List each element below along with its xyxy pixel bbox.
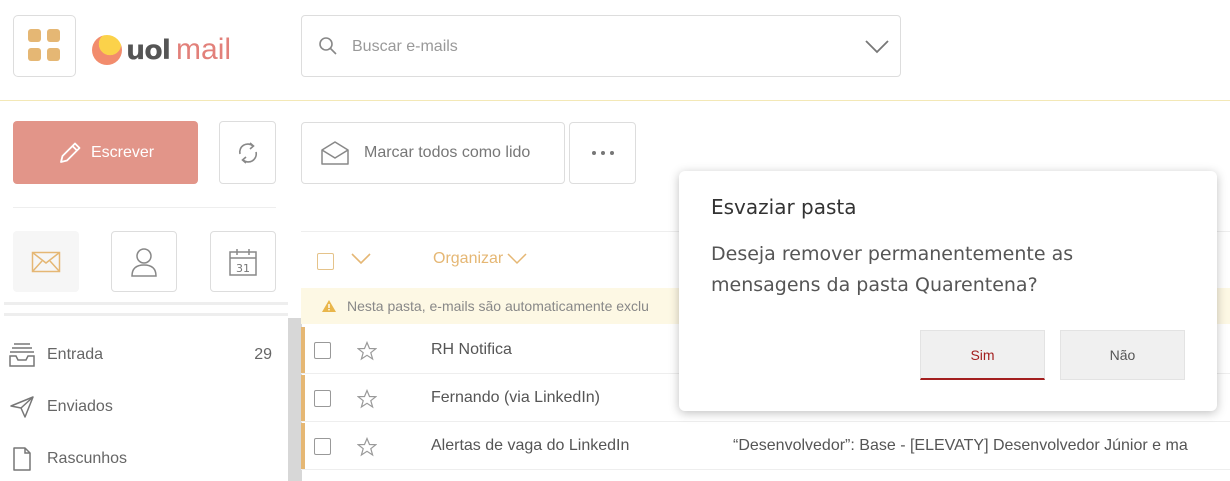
star-icon[interactable] xyxy=(357,341,377,361)
sidebar-separator xyxy=(4,302,288,305)
search-icon xyxy=(319,37,337,55)
user-icon xyxy=(131,247,157,277)
select-all-checkbox[interactable] xyxy=(317,253,334,270)
dialog-message: Deseja remover permanentemente as mensag… xyxy=(711,243,1074,296)
compose-label: Escrever xyxy=(90,143,155,161)
more-dots-icon xyxy=(591,151,614,155)
warning-icon xyxy=(322,300,336,312)
send-icon xyxy=(7,395,37,419)
folder-inbox[interactable]: Entrada 29 xyxy=(7,340,272,370)
sidebar-scrollbar[interactable] xyxy=(288,318,302,481)
email-subject: “Desenvolvedor”: Base - [ELEVATY] Desenv… xyxy=(733,437,1188,454)
row-checkbox[interactable] xyxy=(314,342,331,359)
sort-dropdown[interactable]: Organizar xyxy=(433,250,527,268)
logo-uol-text: uol xyxy=(126,34,171,66)
email-sender: Fernando (via LinkedIn) xyxy=(431,389,600,406)
sidebar-separator xyxy=(4,313,288,316)
sidebar-divider xyxy=(13,207,276,208)
envelope-open-icon xyxy=(321,141,349,165)
row-checkbox[interactable] xyxy=(314,438,331,455)
unread-indicator xyxy=(301,327,305,373)
confirm-yes-button[interactable]: Sim xyxy=(920,330,1045,380)
envelope-icon xyxy=(31,251,61,272)
unread-count: 29 xyxy=(254,346,272,363)
folder-label: Enviados xyxy=(47,398,113,415)
file-icon xyxy=(7,446,37,472)
inbox-icon xyxy=(7,342,37,368)
sort-label: Organizar xyxy=(433,250,504,267)
grid-icon xyxy=(28,29,41,42)
refresh-icon xyxy=(238,141,257,164)
tab-contacts[interactable] xyxy=(111,231,177,292)
search-box[interactable] xyxy=(301,15,901,77)
select-options-chevron-icon[interactable] xyxy=(351,252,371,266)
refresh-button[interactable] xyxy=(219,121,276,184)
email-sender: RH Notifica xyxy=(431,341,512,358)
email-sender: Alertas de vaga do LinkedIn xyxy=(431,437,630,454)
star-icon[interactable] xyxy=(357,437,377,457)
header-divider xyxy=(0,100,1230,101)
more-options-button[interactable] xyxy=(569,122,636,184)
calendar-icon: 31 xyxy=(229,248,257,276)
folder-label: Entrada xyxy=(47,346,104,363)
mark-all-read-label: Marcar todos como lido xyxy=(364,144,531,161)
app-menu-button[interactable] xyxy=(13,15,76,77)
logo-mail-text: mail xyxy=(176,33,232,66)
uol-mail-logo[interactable]: uol mail xyxy=(92,30,231,70)
folder-drafts[interactable]: Rascunhos xyxy=(7,444,272,474)
mark-all-read-button[interactable]: Marcar todos como lido xyxy=(301,122,565,184)
search-input[interactable] xyxy=(352,34,832,60)
row-checkbox[interactable] xyxy=(314,390,331,407)
empty-folder-dialog: Esvaziar pasta Deseja remover permanente… xyxy=(679,171,1217,411)
notice-text: Nesta pasta, e-mails são automaticamente… xyxy=(347,298,649,314)
dialog-title: Esvaziar pasta xyxy=(711,195,857,219)
calendar-day: 31 xyxy=(236,262,250,275)
star-icon[interactable] xyxy=(357,389,377,409)
tab-mail[interactable] xyxy=(13,231,79,292)
compose-button[interactable]: Escrever xyxy=(13,121,198,184)
folder-sent[interactable]: Enviados xyxy=(7,392,272,422)
unread-indicator xyxy=(301,423,305,469)
cancel-no-button[interactable]: Não xyxy=(1060,330,1185,380)
unread-indicator xyxy=(301,375,305,421)
chevron-down-icon xyxy=(507,253,527,265)
chevron-down-icon[interactable] xyxy=(865,40,889,54)
tab-calendar[interactable]: 31 xyxy=(210,231,276,292)
uol-logo-icon xyxy=(92,35,122,65)
email-row[interactable]: Alertas de vaga do LinkedIn “Desenvolved… xyxy=(301,423,1230,470)
folder-label: Rascunhos xyxy=(47,450,128,467)
pencil-icon xyxy=(60,142,81,163)
